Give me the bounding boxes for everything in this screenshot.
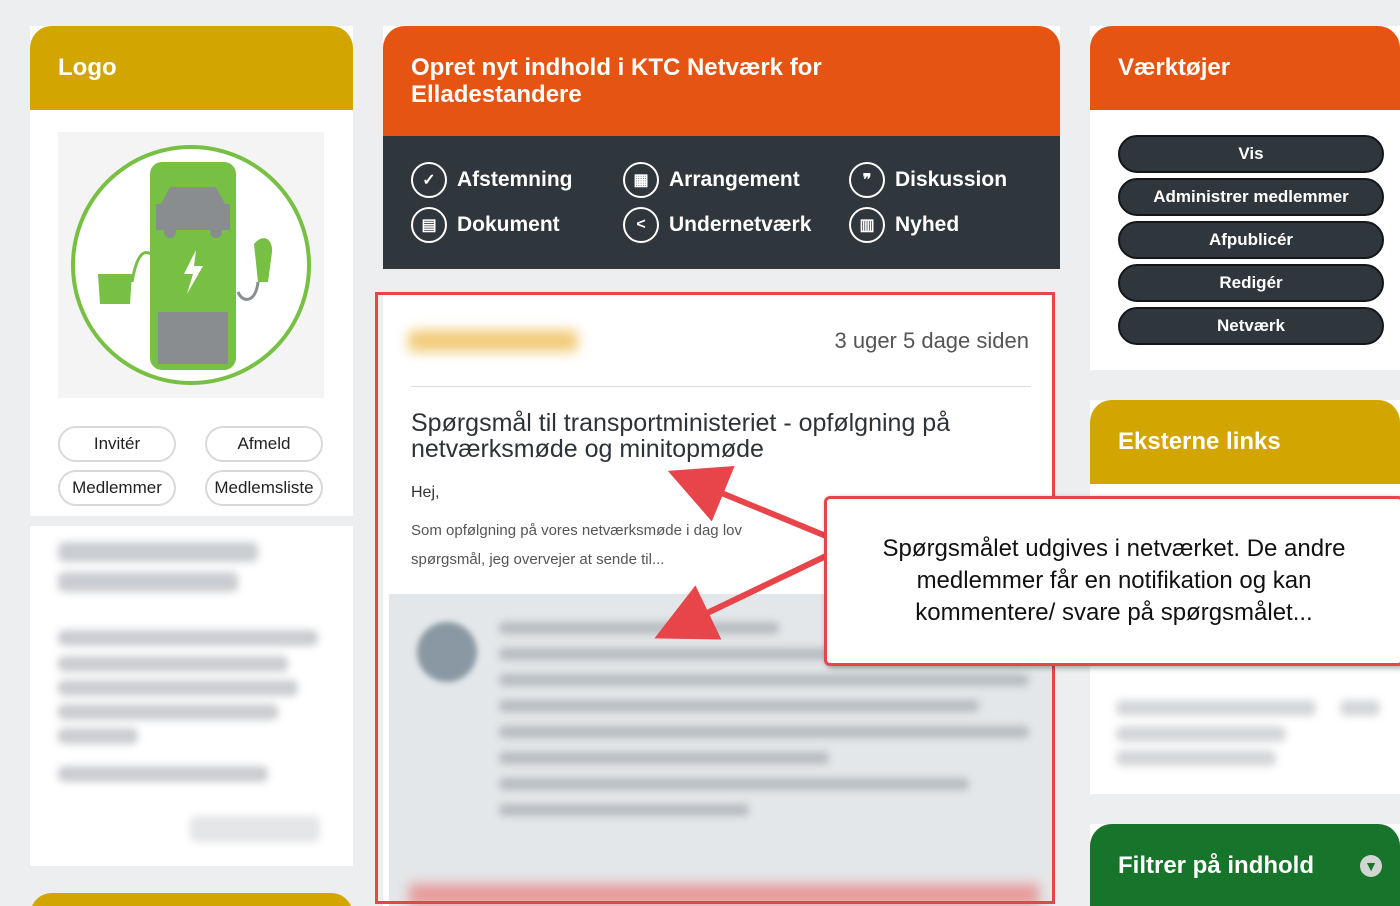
annotation-arrow xyxy=(667,465,828,539)
annotation-callout-text: Spørgsmålet udgives i netværket. De andr… xyxy=(882,535,1346,626)
annotation-arrows xyxy=(654,465,828,640)
annotation-callout: Spørgsmålet udgives i netværket. De andr… xyxy=(824,496,1400,666)
annotation-arrow xyxy=(654,553,828,640)
